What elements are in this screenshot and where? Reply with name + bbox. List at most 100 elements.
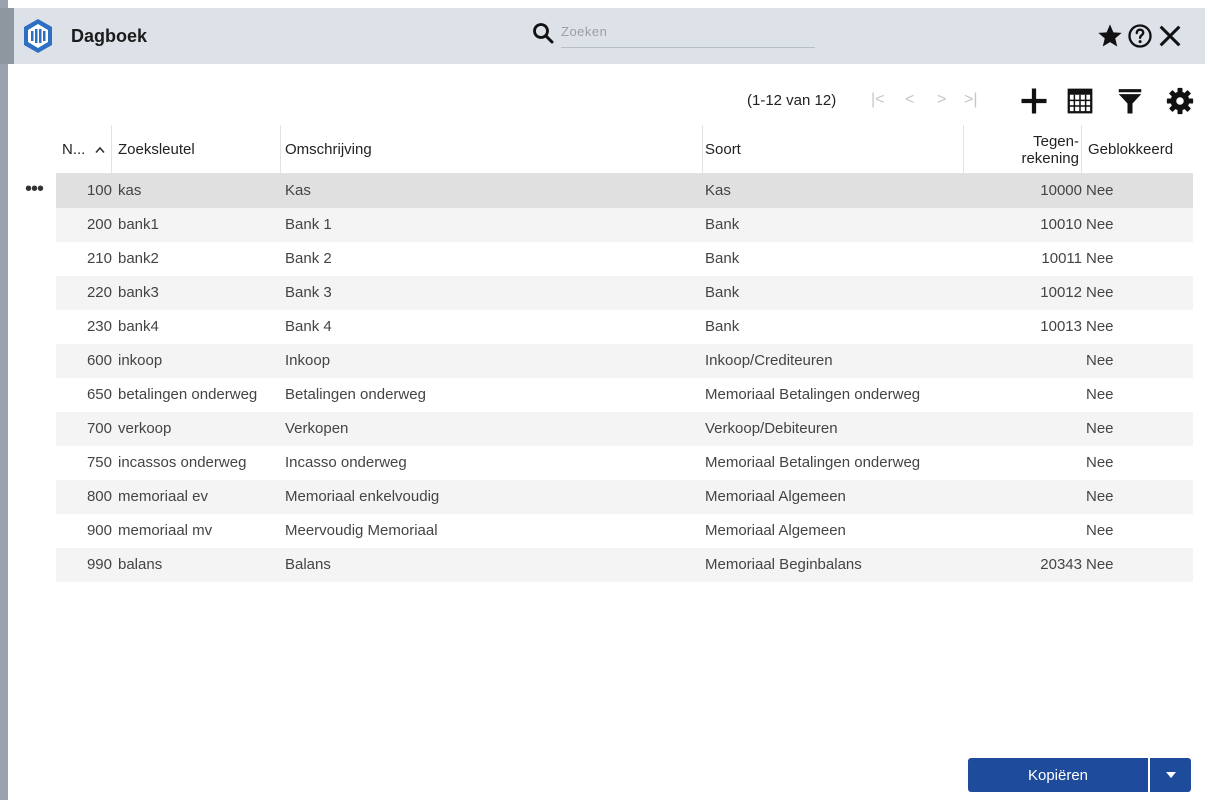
cell-zoeksleutel: incassos onderweg bbox=[118, 454, 247, 471]
cell-soort: Memoriaal Betalingen onderweg bbox=[705, 454, 921, 471]
cell-soort: Bank bbox=[705, 284, 740, 301]
table-row[interactable]: 230 bank4 Bank 4 Bank 10013 Nee bbox=[56, 310, 1193, 344]
table-row[interactable]: 220 bank3 Bank 3 Bank 10012 Nee bbox=[56, 276, 1193, 310]
cell-tegenrekening: 10012 bbox=[1040, 284, 1082, 301]
cell-geblokkeerd: Nee bbox=[1086, 488, 1114, 505]
close-icon[interactable] bbox=[1156, 22, 1184, 50]
cell-geblokkeerd: Nee bbox=[1086, 250, 1114, 267]
help-icon[interactable] bbox=[1126, 22, 1154, 50]
cell-zoeksleutel: balans bbox=[118, 556, 163, 573]
pager-prev-button[interactable]: < bbox=[905, 91, 914, 109]
table-row[interactable]: 210 bank2 Bank 2 Bank 10011 Nee bbox=[56, 242, 1193, 276]
table-body: ••• 100 kas Kas Kas 10000 Nee 200 bank1 Bank 1 Ban… bbox=[25, 174, 1193, 582]
cell-zoeksleutel: bank1 bbox=[118, 216, 159, 233]
table-row[interactable]: 750 incassos onderweg Incasso onderweg Memo… bbox=[56, 446, 1193, 480]
cell-nummer: 990 bbox=[86, 556, 112, 573]
dagboek-table: N... Zoeksleutel Omschrijving Soort Tege… bbox=[25, 125, 1193, 582]
cell-soort: Memoriaal Algemeen bbox=[705, 522, 846, 539]
cell-tegenrekening: 10000 bbox=[1040, 182, 1082, 199]
table-row[interactable]: 800 memoriaal ev Memoriaal enkelvoudig Memo… bbox=[56, 480, 1193, 514]
pager-next-button[interactable]: > bbox=[937, 91, 946, 109]
column-label-omschrijving: Omschrijving bbox=[285, 141, 372, 158]
column-label-zoeksleutel: Zoeksleutel bbox=[118, 141, 195, 158]
column-header-soort[interactable]: Soort bbox=[705, 125, 964, 174]
cell-geblokkeerd: Nee bbox=[1086, 318, 1114, 335]
column-label-tegenrekening-line1: Tegen- bbox=[1033, 132, 1079, 150]
row-menu-button[interactable]: ••• bbox=[22, 174, 46, 208]
cell-geblokkeerd: Nee bbox=[1086, 182, 1114, 199]
column-header-zoeksleutel[interactable]: Zoeksleutel bbox=[114, 125, 281, 174]
cell-geblokkeerd: Nee bbox=[1086, 386, 1114, 403]
cell-zoeksleutel: bank4 bbox=[118, 318, 159, 335]
cell-geblokkeerd: Nee bbox=[1086, 454, 1114, 471]
column-header-nummer[interactable]: N... bbox=[56, 125, 112, 174]
table-row[interactable]: 900 memoriaal mv Meervoudig Memoriaal Memor… bbox=[56, 514, 1193, 548]
pager-first-button[interactable]: |< bbox=[871, 91, 885, 109]
cell-tegenrekening: 10011 bbox=[1041, 250, 1082, 267]
table-header: N... Zoeksleutel Omschrijving Soort Tege… bbox=[56, 125, 1193, 174]
cell-zoeksleutel: memoriaal mv bbox=[118, 522, 213, 539]
cell-omschrijving: Balans bbox=[285, 556, 331, 573]
column-label-tegenrekening-line2: rekening bbox=[1021, 149, 1079, 167]
table-row[interactable]: 200 bank1 Bank 1 Bank 10010 Nee bbox=[56, 208, 1193, 242]
search-icon[interactable] bbox=[531, 21, 555, 45]
app-header: Dagboek bbox=[8, 8, 1205, 64]
cell-tegenrekening bbox=[966, 378, 1082, 412]
cell-nummer: 900 bbox=[86, 522, 112, 539]
cell-zoeksleutel: verkoop bbox=[118, 420, 172, 437]
copy-button[interactable]: Kopiëren bbox=[968, 758, 1148, 792]
column-header-geblokkeerd[interactable]: Geblokkeerd bbox=[1086, 125, 1193, 174]
cell-nummer: 750 bbox=[86, 454, 112, 471]
cell-tegenrekening bbox=[966, 480, 1082, 514]
cell-geblokkeerd: Nee bbox=[1086, 522, 1114, 539]
copy-dropdown-button[interactable] bbox=[1150, 758, 1191, 792]
sort-ascending-icon[interactable] bbox=[95, 141, 105, 158]
plus-icon[interactable] bbox=[1019, 86, 1049, 116]
calendar-icon[interactable] bbox=[1065, 86, 1095, 116]
logo-icon bbox=[22, 18, 54, 54]
cell-zoeksleutel: inkoop bbox=[118, 352, 163, 369]
cell-soort: Memoriaal Betalingen onderweg bbox=[705, 386, 921, 403]
search-input[interactable] bbox=[561, 22, 815, 48]
column-label-geblokkeerd: Geblokkeerd bbox=[1088, 141, 1174, 158]
star-icon[interactable] bbox=[1096, 22, 1124, 50]
cell-tegenrekening bbox=[966, 344, 1082, 378]
column-header-omschrijving[interactable]: Omschrijving bbox=[283, 125, 703, 174]
cell-tegenrekening bbox=[966, 446, 1082, 480]
cell-soort: Verkoop/Debiteuren bbox=[705, 420, 838, 437]
cell-omschrijving: Meervoudig Memoriaal bbox=[285, 522, 438, 539]
cell-soort: Bank bbox=[705, 318, 740, 335]
cell-omschrijving: Incasso onderweg bbox=[285, 454, 407, 471]
cell-geblokkeerd: Nee bbox=[1086, 284, 1114, 301]
column-label-nummer: N... bbox=[62, 141, 86, 158]
column-header-tegenrekening[interactable]: Tegen- rekening bbox=[966, 125, 1082, 174]
cell-tegenrekening: 10013 bbox=[1040, 318, 1082, 335]
cell-nummer: 200 bbox=[86, 216, 112, 233]
cell-soort: Bank bbox=[705, 250, 740, 267]
cell-nummer: 800 bbox=[86, 488, 112, 505]
cell-nummer: 230 bbox=[86, 318, 112, 335]
cell-tegenrekening: 20343 bbox=[1040, 556, 1082, 573]
cell-soort: Memoriaal Algemeen bbox=[705, 488, 846, 505]
cell-soort: Bank bbox=[705, 216, 740, 233]
cell-nummer: 700 bbox=[86, 420, 112, 437]
record-range: (1-12 van 12) bbox=[747, 92, 837, 109]
cell-nummer: 210 bbox=[86, 250, 112, 267]
cell-nummer: 600 bbox=[86, 352, 112, 369]
table-row[interactable]: 600 inkoop Inkoop Inkoop/Crediteuren Nee bbox=[56, 344, 1193, 378]
table-row[interactable]: ••• 100 kas Kas Kas 10000 Nee bbox=[25, 174, 1193, 208]
table-row[interactable]: 650 betalingen onderweg Betalingen onderwe… bbox=[56, 378, 1193, 412]
cell-zoeksleutel: memoriaal ev bbox=[118, 488, 209, 505]
table-row[interactable]: 700 verkoop Verkopen Verkoop/Debiteuren Nee bbox=[56, 412, 1193, 446]
filter-icon[interactable] bbox=[1115, 86, 1145, 116]
window-edge-tab bbox=[0, 8, 14, 64]
cell-omschrijving: Kas bbox=[285, 182, 311, 199]
pager-last-button[interactable]: >| bbox=[964, 91, 978, 109]
cell-omschrijving: Betalingen onderweg bbox=[285, 386, 426, 403]
cell-nummer: 650 bbox=[86, 386, 112, 403]
cell-tegenrekening bbox=[966, 412, 1082, 446]
cell-soort: Memoriaal Beginbalans bbox=[705, 556, 862, 573]
page-title: Dagboek bbox=[71, 26, 148, 46]
table-row[interactable]: 990 balans Balans Memoriaal Beginbalans 2034… bbox=[56, 548, 1193, 582]
settings-icon[interactable] bbox=[1165, 86, 1195, 116]
